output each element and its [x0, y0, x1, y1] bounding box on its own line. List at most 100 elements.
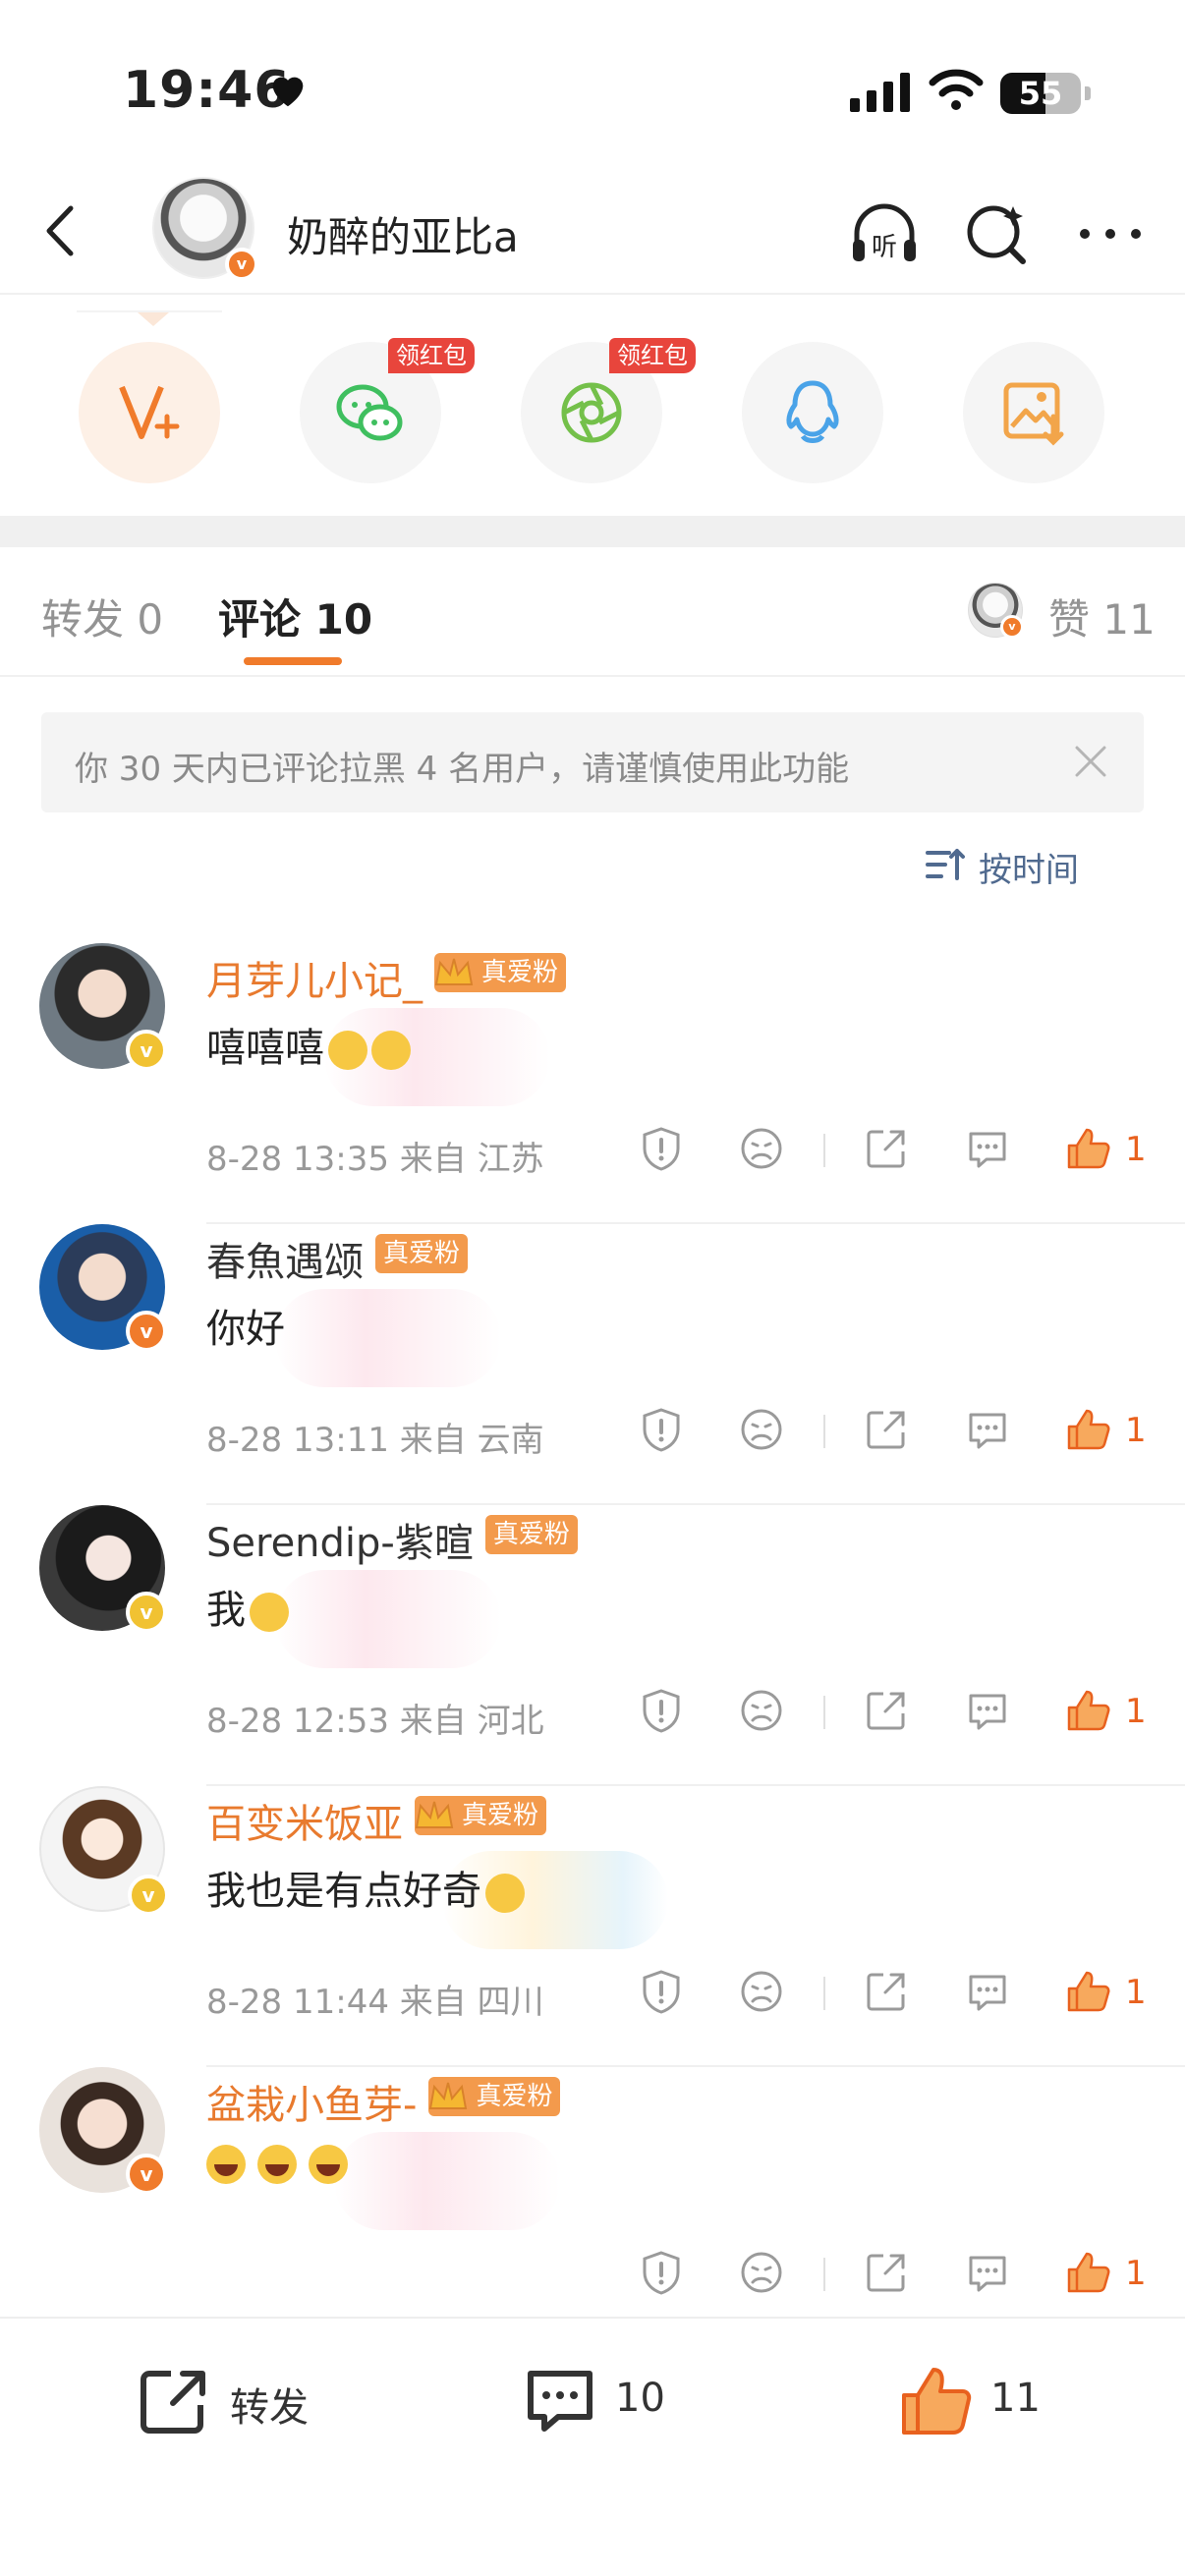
tab-likes[interactable]: 赞 11	[1048, 587, 1156, 646]
repost-button[interactable]: 转发	[136, 2358, 332, 2446]
vplus-button[interactable]	[79, 342, 220, 483]
comment-text: 你好	[206, 1307, 285, 1352]
verified-badge: v	[128, 1875, 169, 1916]
sort-button[interactable]: 按时间	[924, 843, 1140, 890]
liker-avatar[interactable]: v	[968, 583, 1024, 639]
fan-badge: 真爱粉	[434, 953, 567, 992]
notice-text: 你 30 天内已评论拉黑 4 名用户，请谨慎使用此功能	[75, 750, 850, 789]
search-icon[interactable]	[958, 195, 1037, 273]
reply-icon[interactable]	[963, 1686, 1012, 1735]
emoji-icon	[328, 1031, 367, 1070]
fan-badge: 真爱粉	[484, 1515, 578, 1554]
author-avatar[interactable]: v	[152, 177, 258, 281]
moments-icon	[561, 382, 622, 443]
listen-icon[interactable]: 听	[845, 195, 924, 273]
crown-icon	[429, 2082, 468, 2109]
comment-text: 我	[206, 1578, 289, 1635]
comment-meta: 8-28 13:35 来自 江苏	[206, 1140, 544, 1179]
avatar[interactable]: v	[39, 1224, 167, 1352]
blacklist-notice: 你 30 天内已评论拉黑 4 名用户，请谨慎使用此功能	[41, 712, 1144, 812]
like-count: 1	[1125, 1973, 1147, 2012]
sort-label: 按时间	[979, 851, 1079, 890]
tab-comments[interactable]: 评论 10	[218, 587, 372, 646]
report-icon[interactable]	[637, 1124, 686, 1173]
reply-icon[interactable]	[963, 1405, 1012, 1454]
report-icon[interactable]	[637, 2248, 686, 2297]
reply-icon[interactable]	[963, 1124, 1012, 1173]
repost-icon	[141, 2371, 205, 2434]
like-button[interactable]: 11	[896, 2358, 1073, 2446]
comment-decoration	[275, 1570, 501, 1668]
back-icon[interactable]	[29, 196, 98, 265]
fan-badge: 真爱粉	[375, 1234, 469, 1273]
qq-icon	[786, 380, 839, 443]
repost-label: 转发	[230, 2385, 309, 2431]
comment-count: 10	[615, 2376, 665, 2421]
like-icon[interactable]	[1063, 1405, 1112, 1454]
battery-indicator: 55	[1000, 73, 1091, 114]
avatar[interactable]: v	[39, 2067, 167, 2195]
like-icon[interactable]	[1063, 1686, 1112, 1735]
commenter-name[interactable]: 百变米饭亚	[206, 1792, 403, 1849]
avatar[interactable]: v	[39, 943, 167, 1071]
comment-meta: 8-28 11:44 来自 四川	[206, 1983, 544, 2022]
emoji-icon	[371, 1031, 411, 1070]
commenter-name[interactable]: 盆栽小鱼芽-	[206, 2073, 417, 2130]
fan-badge: 真爱粉	[415, 1796, 547, 1835]
like-count: 1	[1125, 1130, 1147, 1169]
comment-text	[206, 2140, 348, 2185]
share-icon[interactable]	[862, 2248, 911, 2297]
share-icon[interactable]	[862, 1686, 911, 1735]
share-icon[interactable]	[862, 1967, 911, 2016]
qq-share-button[interactable]	[742, 342, 883, 483]
comment-button[interactable]: 10	[521, 2358, 698, 2446]
save-image-icon	[1003, 382, 1064, 446]
wechat-icon	[336, 384, 403, 441]
tab-repost[interactable]: 转发 0	[41, 587, 163, 646]
sort-icon	[926, 849, 965, 880]
close-icon[interactable]	[1071, 742, 1110, 781]
dislike-icon[interactable]	[737, 1686, 786, 1735]
author-name[interactable]: 奶醉的亚比a	[287, 204, 519, 264]
dislike-icon[interactable]	[737, 1967, 786, 2016]
comment-text: 嘻嘻嘻	[206, 1016, 411, 1073]
like-icon[interactable]	[1063, 2248, 1112, 2297]
dislike-icon[interactable]	[737, 1124, 786, 1173]
verified-badge: v	[126, 1311, 167, 1352]
dislike-icon[interactable]	[737, 2248, 786, 2297]
like-icon[interactable]	[1063, 1967, 1112, 2016]
commenter-name[interactable]: Serendip-紫暄	[206, 1511, 474, 1568]
commenter-name[interactable]: 月芽儿小记_	[206, 949, 423, 1006]
status-bar: 19:46 55	[0, 0, 1185, 167]
report-icon[interactable]	[637, 1686, 686, 1735]
red-packet-tag: 领红包	[609, 338, 696, 373]
report-icon[interactable]	[637, 1967, 686, 2016]
verified-badge: v	[126, 2154, 167, 2195]
avatar[interactable]: v	[39, 1505, 167, 1633]
laughing-emoji-icon	[309, 2145, 348, 2184]
crown-icon	[415, 1801, 454, 1828]
reply-icon[interactable]	[963, 2248, 1012, 2297]
share-icon[interactable]	[862, 1405, 911, 1454]
comment-item: v 盆栽小鱼芽- 真爱粉 1	[0, 2067, 1185, 2348]
share-icon[interactable]	[862, 1124, 911, 1173]
like-count: 1	[1125, 1411, 1147, 1450]
reply-icon[interactable]	[963, 1967, 1012, 2016]
dislike-icon[interactable]	[737, 1405, 786, 1454]
more-icon[interactable]	[1071, 195, 1150, 273]
comment-decoration	[334, 2132, 560, 2230]
laughing-emoji-icon	[206, 2145, 246, 2184]
comment-text: 我也是有点好奇	[206, 1859, 525, 1916]
crown-icon	[434, 958, 474, 985]
save-image-button[interactable]	[963, 342, 1104, 483]
avatar[interactable]: v	[39, 1786, 169, 1916]
comment-item: v Serendip-紫暄 真爱粉 我 8-28 12:53 来自 河北 1	[0, 1505, 1185, 1786]
comment-item: v 百变米饭亚 真爱粉 我也是有点好奇 8-28 11:44 来自 四川 1	[0, 1786, 1185, 2067]
report-icon[interactable]	[637, 1405, 686, 1454]
like-total: 11	[990, 2376, 1041, 2421]
signal-icon	[850, 73, 910, 112]
fan-badge: 真爱粉	[428, 2077, 561, 2116]
commenter-name[interactable]: 春魚遇颂	[206, 1230, 364, 1287]
red-packet-tag: 领红包	[388, 338, 475, 373]
like-icon[interactable]	[1063, 1124, 1112, 1173]
